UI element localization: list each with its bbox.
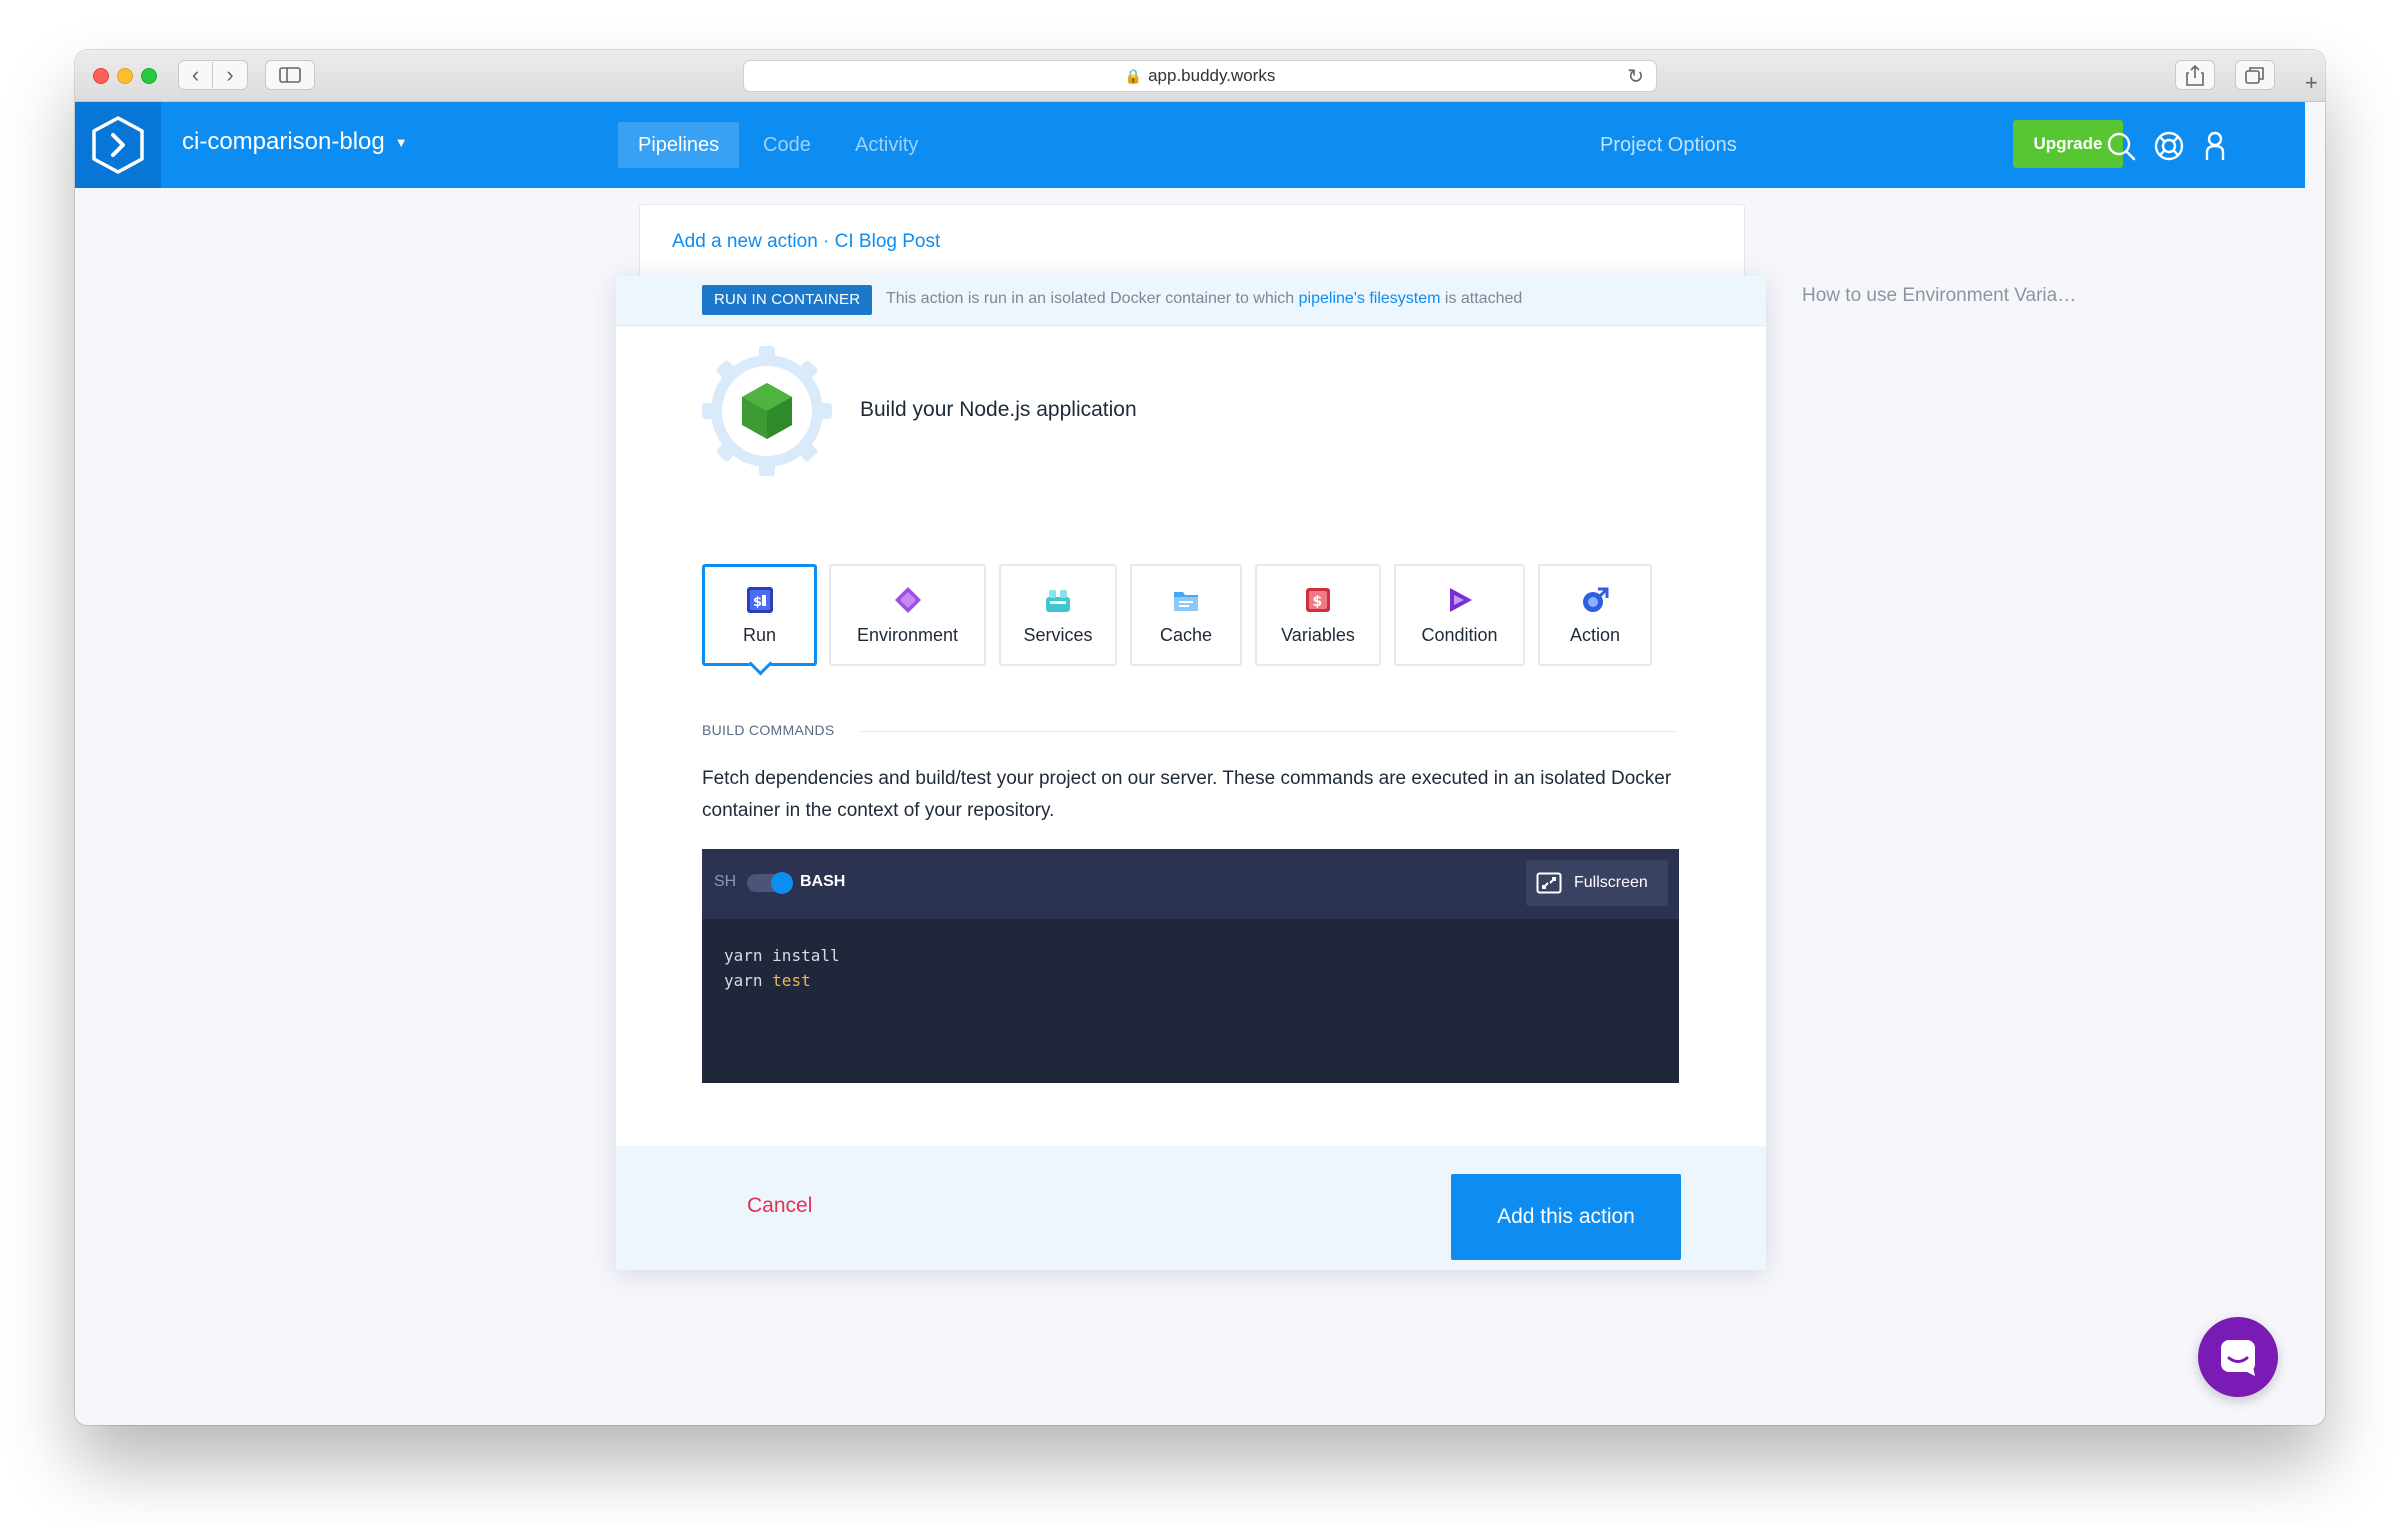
tab-action[interactable]: Action — [1538, 564, 1652, 666]
nodejs-gear-icon — [702, 346, 832, 476]
svg-text:$: $ — [1313, 594, 1323, 610]
project-name: ci-comparison-blog — [182, 128, 385, 155]
tab-services-label: Services — [1023, 624, 1093, 645]
run-icon: $ — [746, 586, 773, 613]
tab-run[interactable]: $ Run — [702, 564, 817, 666]
browser-toolbar: ‹ › 🔒 app.buddy.works ↻ + — [75, 50, 2325, 102]
buddy-logo[interactable] — [75, 102, 161, 188]
back-icon[interactable]: ‹ — [179, 62, 213, 88]
editor-header: SH BASH Fullscreen — [702, 849, 1679, 919]
shell-toggle[interactable] — [747, 872, 793, 894]
section-divider — [860, 731, 1676, 732]
sidebar-icon — [279, 67, 301, 83]
run-in-container-badge: RUN IN CONTAINER — [702, 285, 873, 315]
buddy-logo-icon — [92, 116, 144, 174]
minimize-window-button[interactable] — [117, 68, 133, 84]
fullscreen-button[interactable]: Fullscreen — [1526, 860, 1668, 906]
tab-cache-label: Cache — [1159, 624, 1213, 645]
info-text: This action is run in an isolated Docker… — [886, 290, 1522, 308]
environment-icon — [894, 586, 921, 613]
tab-environment-label: Environment — [856, 624, 959, 645]
svg-text:$: $ — [753, 595, 762, 610]
code-arg: install — [772, 946, 840, 965]
info-text-before: This action is run in an isolated Docker… — [886, 290, 1299, 307]
share-button[interactable] — [2175, 60, 2215, 90]
chat-launcher-button[interactable] — [2198, 1317, 2278, 1397]
browser-window: ‹ › 🔒 app.buddy.works ↻ + ci-comparison-… — [75, 50, 2325, 1425]
condition-icon — [1449, 587, 1472, 612]
commands-editor[interactable]: SH BASH Fullscreen yarn install yarn test — [702, 849, 1679, 1083]
new-tab-icon[interactable]: + — [2305, 70, 2318, 96]
cache-icon — [1174, 591, 1198, 611]
tab-condition[interactable]: Condition — [1394, 564, 1525, 666]
fullscreen-icon — [1536, 872, 1562, 894]
code-content[interactable]: yarn install yarn test — [724, 943, 840, 993]
tab-pipelines[interactable]: Pipelines — [618, 122, 740, 168]
code-line: yarn test — [724, 968, 840, 993]
add-action-button[interactable]: Add this action — [1451, 1174, 1681, 1260]
share-icon — [2186, 64, 2204, 86]
app-header: ci-comparison-blog ▼ Pipelines Code Activ… — [75, 102, 2305, 188]
code-line: yarn install — [724, 943, 840, 968]
tab-activity[interactable]: Activity — [835, 122, 938, 168]
help-icon[interactable] — [2153, 130, 2185, 162]
fullscreen-label: Fullscreen — [1574, 874, 1648, 891]
tab-run-label: Run — [742, 624, 777, 645]
url-text: app.buddy.works — [1148, 66, 1276, 85]
filesystem-link[interactable]: pipeline's filesystem — [1299, 290, 1441, 307]
add-action-modal: RUN IN CONTAINER This action is run in a… — [616, 276, 1766, 1270]
help-article-link[interactable]: How to use Environment Varia… — [1802, 285, 2076, 307]
modal-footer: Cancel Add this action — [616, 1146, 1766, 1270]
sidebar-toggle-button[interactable] — [265, 60, 315, 90]
build-commands-description: Fetch dependencies and build/test your p… — [702, 768, 1672, 821]
forward-icon[interactable]: › — [213, 62, 247, 88]
shell-toggle-knob — [771, 872, 793, 894]
tab-condition-label: Condition — [1421, 624, 1498, 645]
shell-sh-label[interactable]: SH — [714, 873, 736, 891]
services-icon — [1046, 589, 1070, 612]
tab-services[interactable]: Services — [999, 564, 1117, 666]
tab-overview-button[interactable] — [2235, 60, 2275, 90]
chat-icon — [2221, 1340, 2255, 1376]
action-icon — [1583, 587, 1609, 612]
lock-icon: 🔒 — [1124, 67, 1143, 84]
project-switcher[interactable]: ci-comparison-blog ▼ — [182, 128, 408, 156]
tab-variables[interactable]: $ Variables — [1255, 564, 1381, 666]
tab-variables-label: Variables — [1281, 624, 1355, 645]
tab-cache[interactable]: Cache — [1130, 564, 1242, 666]
search-icon[interactable] — [2105, 130, 2137, 162]
action-title: Build your Node.js application — [860, 398, 1137, 421]
history-nav: ‹ › — [178, 60, 248, 90]
caret-down-icon: ▼ — [394, 135, 408, 151]
page: ‹ › 🔒 app.buddy.works ↻ + ci-comparison-… — [0, 0, 2400, 1525]
tab-environment[interactable]: Environment — [829, 564, 986, 666]
tabs-icon — [2245, 67, 2264, 84]
address-bar[interactable]: 🔒 app.buddy.works ↻ — [743, 60, 1657, 92]
user-icon[interactable] — [2199, 130, 2231, 162]
shell-bash-label[interactable]: BASH — [800, 873, 845, 891]
section-label: BUILD COMMANDS — [702, 722, 835, 738]
reload-icon[interactable]: ↻ — [1627, 64, 1644, 89]
info-text-after: is attached — [1440, 290, 1523, 307]
info-bar: RUN IN CONTAINER This action is run in a… — [616, 276, 1766, 326]
variables-icon: $ — [1306, 587, 1330, 612]
tab-action-label: Action — [1569, 624, 1621, 645]
pipeline-breadcrumb[interactable]: Add a new action · CI Blog Post — [672, 231, 940, 253]
tab-code[interactable]: Code — [743, 122, 831, 168]
close-window-button[interactable] — [93, 68, 109, 84]
cancel-button[interactable]: Cancel — [747, 1194, 812, 1218]
code-arg: test — [772, 971, 811, 990]
code-cmd: yarn — [724, 946, 763, 965]
zoom-window-button[interactable] — [141, 68, 157, 84]
project-options-link[interactable]: Project Options — [1600, 134, 1737, 157]
code-cmd: yarn — [724, 971, 763, 990]
